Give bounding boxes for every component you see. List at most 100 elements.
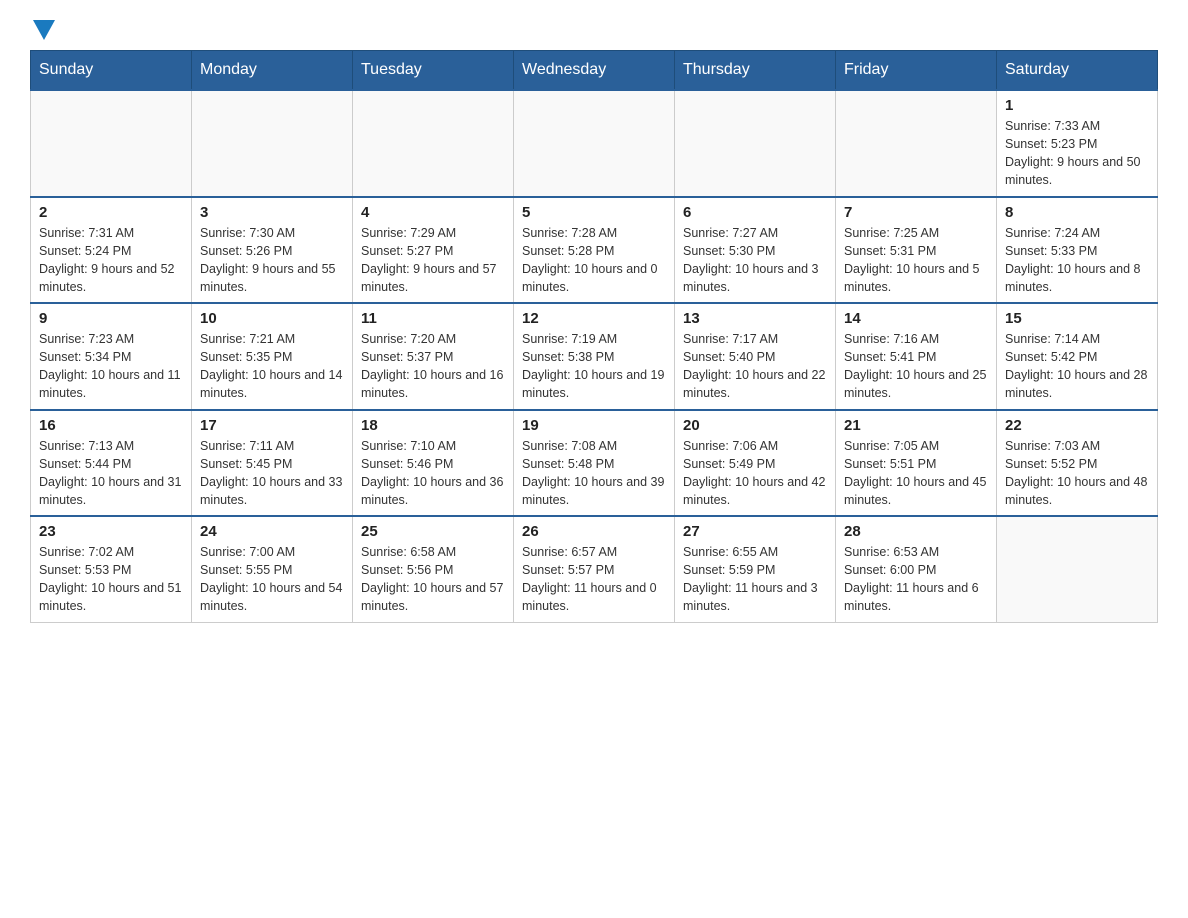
calendar-cell: 11 Sunrise: 7:20 AM Sunset: 5:37 PM Dayli… <box>353 303 514 410</box>
weekday-header-wednesday: Wednesday <box>514 51 675 91</box>
day-number: 23 <box>39 523 183 540</box>
day-number: 26 <box>522 523 666 540</box>
calendar-cell: 25 Sunrise: 6:58 AM Sunset: 5:56 PM Dayli… <box>353 516 514 622</box>
calendar-cell: 9 Sunrise: 7:23 AM Sunset: 5:34 PM Daylig… <box>31 303 192 410</box>
calendar-cell: 19 Sunrise: 7:08 AM Sunset: 5:48 PM Dayli… <box>514 410 675 517</box>
day-info: Sunrise: 7:13 AM Sunset: 5:44 PM Dayligh… <box>39 437 183 510</box>
day-info: Sunrise: 6:57 AM Sunset: 5:57 PM Dayligh… <box>522 543 666 616</box>
day-number: 24 <box>200 523 344 540</box>
day-number: 12 <box>522 310 666 327</box>
day-number: 18 <box>361 417 505 434</box>
day-number: 9 <box>39 310 183 327</box>
day-info: Sunrise: 7:31 AM Sunset: 5:24 PM Dayligh… <box>39 224 183 297</box>
calendar-week-row: 16 Sunrise: 7:13 AM Sunset: 5:44 PM Dayli… <box>31 410 1158 517</box>
day-number: 14 <box>844 310 988 327</box>
day-number: 7 <box>844 204 988 221</box>
day-info: Sunrise: 7:20 AM Sunset: 5:37 PM Dayligh… <box>361 330 505 403</box>
calendar-cell: 2 Sunrise: 7:31 AM Sunset: 5:24 PM Daylig… <box>31 197 192 304</box>
day-number: 19 <box>522 417 666 434</box>
calendar-cell: 24 Sunrise: 7:00 AM Sunset: 5:55 PM Dayli… <box>192 516 353 622</box>
calendar-cell: 18 Sunrise: 7:10 AM Sunset: 5:46 PM Dayli… <box>353 410 514 517</box>
calendar-cell: 21 Sunrise: 7:05 AM Sunset: 5:51 PM Dayli… <box>836 410 997 517</box>
day-number: 17 <box>200 417 344 434</box>
day-number: 4 <box>361 204 505 221</box>
calendar-cell: 22 Sunrise: 7:03 AM Sunset: 5:52 PM Dayli… <box>997 410 1158 517</box>
calendar-cell: 28Sunrise: 6:53 AM Sunset: 6:00 PM Dayli… <box>836 516 997 622</box>
calendar-cell: 26 Sunrise: 6:57 AM Sunset: 5:57 PM Dayli… <box>514 516 675 622</box>
calendar-cell <box>514 90 675 197</box>
calendar-cell: 8 Sunrise: 7:24 AM Sunset: 5:33 PM Daylig… <box>997 197 1158 304</box>
day-info: Sunrise: 7:10 AM Sunset: 5:46 PM Dayligh… <box>361 437 505 510</box>
day-info: Sunrise: 7:21 AM Sunset: 5:35 PM Dayligh… <box>200 330 344 403</box>
day-info: Sunrise: 7:14 AM Sunset: 5:42 PM Dayligh… <box>1005 330 1149 403</box>
calendar-cell: 6 Sunrise: 7:27 AM Sunset: 5:30 PM Daylig… <box>675 197 836 304</box>
calendar-cell <box>675 90 836 197</box>
day-info: Sunrise: 7:05 AM Sunset: 5:51 PM Dayligh… <box>844 437 988 510</box>
weekday-header-friday: Friday <box>836 51 997 91</box>
day-number: 10 <box>200 310 344 327</box>
day-info: Sunrise: 7:17 AM Sunset: 5:40 PM Dayligh… <box>683 330 827 403</box>
calendar-week-row: 1 Sunrise: 7:33 AM Sunset: 5:23 PM Daylig… <box>31 90 1158 197</box>
day-info: Sunrise: 7:30 AM Sunset: 5:26 PM Dayligh… <box>200 224 344 297</box>
day-number: 27 <box>683 523 827 540</box>
day-info: Sunrise: 7:27 AM Sunset: 5:30 PM Dayligh… <box>683 224 827 297</box>
calendar-cell: 1 Sunrise: 7:33 AM Sunset: 5:23 PM Daylig… <box>997 90 1158 197</box>
calendar-cell: 23 Sunrise: 7:02 AM Sunset: 5:53 PM Dayli… <box>31 516 192 622</box>
day-info: Sunrise: 7:19 AM Sunset: 5:38 PM Dayligh… <box>522 330 666 403</box>
calendar-cell <box>836 90 997 197</box>
day-number: 5 <box>522 204 666 221</box>
day-number: 22 <box>1005 417 1149 434</box>
day-number: 6 <box>683 204 827 221</box>
logo-arrow-icon <box>33 20 55 40</box>
calendar-week-row: 9 Sunrise: 7:23 AM Sunset: 5:34 PM Daylig… <box>31 303 1158 410</box>
calendar-cell: 10 Sunrise: 7:21 AM Sunset: 5:35 PM Dayli… <box>192 303 353 410</box>
day-number: 16 <box>39 417 183 434</box>
day-number: 11 <box>361 310 505 327</box>
day-info: Sunrise: 6:58 AM Sunset: 5:56 PM Dayligh… <box>361 543 505 616</box>
day-number: 21 <box>844 417 988 434</box>
day-info: Sunrise: 7:28 AM Sunset: 5:28 PM Dayligh… <box>522 224 666 297</box>
day-info: Sunrise: 7:08 AM Sunset: 5:48 PM Dayligh… <box>522 437 666 510</box>
day-info: Sunrise: 7:02 AM Sunset: 5:53 PM Dayligh… <box>39 543 183 616</box>
calendar-table: SundayMondayTuesdayWednesdayThursdayFrid… <box>30 50 1158 623</box>
day-info: Sunrise: 7:25 AM Sunset: 5:31 PM Dayligh… <box>844 224 988 297</box>
calendar-cell <box>353 90 514 197</box>
calendar-cell <box>997 516 1158 622</box>
day-number: 2 <box>39 204 183 221</box>
day-info: Sunrise: 7:06 AM Sunset: 5:49 PM Dayligh… <box>683 437 827 510</box>
day-number: 25 <box>361 523 505 540</box>
day-number: 1 <box>1005 97 1149 114</box>
calendar-cell: 3 Sunrise: 7:30 AM Sunset: 5:26 PM Daylig… <box>192 197 353 304</box>
day-info: Sunrise: 7:16 AM Sunset: 5:41 PM Dayligh… <box>844 330 988 403</box>
calendar-cell <box>31 90 192 197</box>
weekday-header-row: SundayMondayTuesdayWednesdayThursdayFrid… <box>31 51 1158 91</box>
calendar-cell: 16 Sunrise: 7:13 AM Sunset: 5:44 PM Dayli… <box>31 410 192 517</box>
calendar-week-row: 23 Sunrise: 7:02 AM Sunset: 5:53 PM Dayli… <box>31 516 1158 622</box>
calendar-cell: 15 Sunrise: 7:14 AM Sunset: 5:42 PM Dayli… <box>997 303 1158 410</box>
calendar-cell <box>192 90 353 197</box>
day-info: Sunrise: 7:00 AM Sunset: 5:55 PM Dayligh… <box>200 543 344 616</box>
day-number: 20 <box>683 417 827 434</box>
calendar-cell: 13 Sunrise: 7:17 AM Sunset: 5:40 PM Dayli… <box>675 303 836 410</box>
calendar-cell: 4 Sunrise: 7:29 AM Sunset: 5:27 PM Daylig… <box>353 197 514 304</box>
day-info: Sunrise: 7:23 AM Sunset: 5:34 PM Dayligh… <box>39 330 183 403</box>
weekday-header-tuesday: Tuesday <box>353 51 514 91</box>
weekday-header-saturday: Saturday <box>997 51 1158 91</box>
day-number: 3 <box>200 204 344 221</box>
calendar-cell: 7 Sunrise: 7:25 AM Sunset: 5:31 PM Daylig… <box>836 197 997 304</box>
day-number: 13 <box>683 310 827 327</box>
day-info: Sunrise: 7:29 AM Sunset: 5:27 PM Dayligh… <box>361 224 505 297</box>
calendar-cell: 17Sunrise: 7:11 AM Sunset: 5:45 PM Dayli… <box>192 410 353 517</box>
day-info: Sunrise: 7:03 AM Sunset: 5:52 PM Dayligh… <box>1005 437 1149 510</box>
calendar-week-row: 2 Sunrise: 7:31 AM Sunset: 5:24 PM Daylig… <box>31 197 1158 304</box>
day-info: Sunrise: 7:24 AM Sunset: 5:33 PM Dayligh… <box>1005 224 1149 297</box>
day-number: 15 <box>1005 310 1149 327</box>
calendar-cell: 20 Sunrise: 7:06 AM Sunset: 5:49 PM Dayli… <box>675 410 836 517</box>
calendar-cell: 5 Sunrise: 7:28 AM Sunset: 5:28 PM Daylig… <box>514 197 675 304</box>
weekday-header-sunday: Sunday <box>31 51 192 91</box>
day-info: Sunrise: 7:33 AM Sunset: 5:23 PM Dayligh… <box>1005 117 1149 190</box>
day-number: 8 <box>1005 204 1149 221</box>
calendar-cell: 27Sunrise: 6:55 AM Sunset: 5:59 PM Dayli… <box>675 516 836 622</box>
weekday-header-monday: Monday <box>192 51 353 91</box>
weekday-header-thursday: Thursday <box>675 51 836 91</box>
